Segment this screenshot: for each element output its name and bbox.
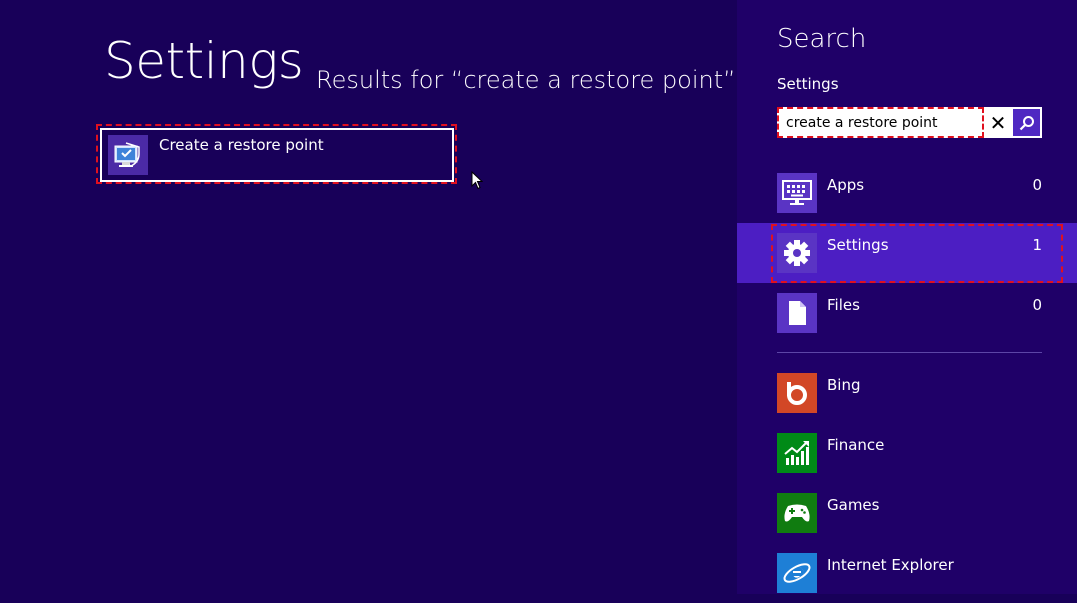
app-label: Internet Explorer: [827, 556, 954, 574]
result-create-restore-point[interactable]: Create a restore point: [100, 128, 454, 182]
gear-icon: [777, 233, 817, 273]
search-icon: [1019, 115, 1034, 130]
results-area: Settings Results for “create a restore p…: [0, 0, 737, 594]
scope-files[interactable]: Files 0: [737, 283, 1077, 343]
scope-count: 0: [1032, 176, 1042, 194]
results-for-text: Results for “create a restore point”: [316, 66, 736, 94]
finance-chart-icon: [777, 433, 817, 473]
document-icon: [777, 293, 817, 333]
scope-label: Apps: [827, 176, 865, 194]
system-protection-icon: [108, 135, 148, 175]
scope-label: Files: [827, 296, 860, 314]
app-label: Games: [827, 496, 880, 514]
search-pane: Search Settings ✕: [737, 0, 1077, 594]
clear-search-button[interactable]: ✕: [984, 107, 1012, 138]
close-icon: ✕: [989, 110, 1007, 135]
scope-apps[interactable]: Apps 0: [737, 163, 1077, 223]
search-input[interactable]: [777, 107, 981, 138]
internet-explorer-icon: [777, 553, 817, 593]
scope-settings[interactable]: Settings 1: [737, 223, 1077, 283]
bing-icon: [777, 373, 817, 413]
scope-count: 1: [1032, 236, 1042, 254]
scope-count: 0: [1032, 296, 1042, 314]
app-internet-explorer[interactable]: Internet Explorer: [737, 543, 1077, 603]
search-scope-label: Settings: [777, 75, 839, 93]
divider: [777, 352, 1042, 353]
app-label: Finance: [827, 436, 885, 454]
search-box: ✕: [777, 107, 1042, 138]
app-games[interactable]: Games: [737, 483, 1077, 543]
search-submit-button[interactable]: [1013, 109, 1040, 136]
scope-label: Settings: [827, 236, 889, 254]
keyboard-monitor-icon: [777, 173, 817, 213]
app-finance[interactable]: Finance: [737, 423, 1077, 483]
app-bing[interactable]: Bing: [737, 363, 1077, 423]
result-label: Create a restore point: [159, 136, 324, 154]
page-title: Settings: [104, 32, 304, 90]
gamepad-icon: [777, 493, 817, 533]
mouse-cursor-icon: [471, 170, 484, 194]
pane-title: Search: [777, 24, 867, 54]
app-label: Bing: [827, 376, 861, 394]
